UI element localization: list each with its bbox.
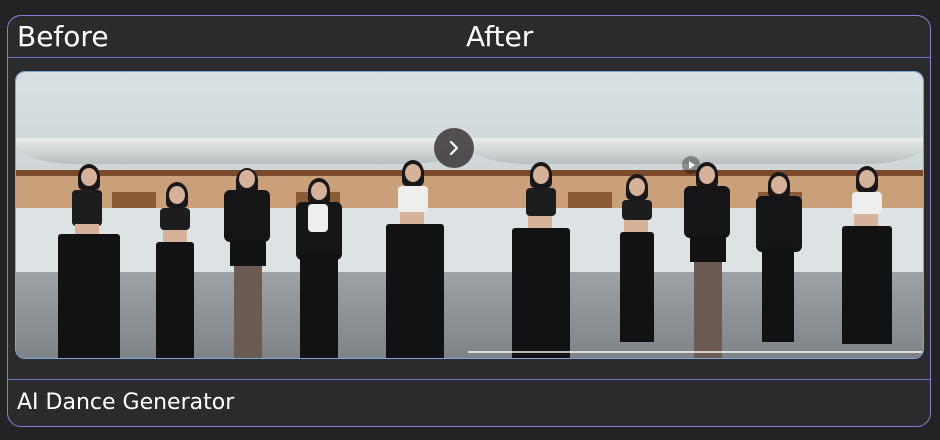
dancer-figure: [748, 172, 808, 358]
dancer-figure: [52, 164, 122, 358]
dancer-figure: [212, 168, 282, 358]
before-label: Before: [17, 20, 109, 53]
video-progress-bar[interactable]: [468, 351, 923, 353]
after-label: After: [466, 20, 534, 53]
card-title: AI Dance Generator: [17, 390, 235, 415]
chevron-right-icon: [449, 140, 459, 156]
dancer-figure: [608, 174, 664, 358]
after-video[interactable]: [468, 72, 923, 358]
dancer-figure: [286, 178, 352, 358]
dancer-figure: [502, 162, 578, 358]
play-icon[interactable]: [682, 156, 700, 174]
next-button[interactable]: [434, 128, 474, 168]
dancer-figure: [672, 162, 742, 358]
dancer-figure: [144, 182, 204, 358]
comparison-header: Before After: [8, 16, 930, 58]
card-footer: AI Dance Generator: [8, 379, 930, 426]
dancer-figure: [830, 166, 902, 358]
before-after-card: Before After AI Dance Generator: [7, 15, 931, 427]
before-image: [16, 72, 468, 358]
comparison-media: [15, 71, 924, 359]
dancer-figure: [372, 160, 452, 358]
